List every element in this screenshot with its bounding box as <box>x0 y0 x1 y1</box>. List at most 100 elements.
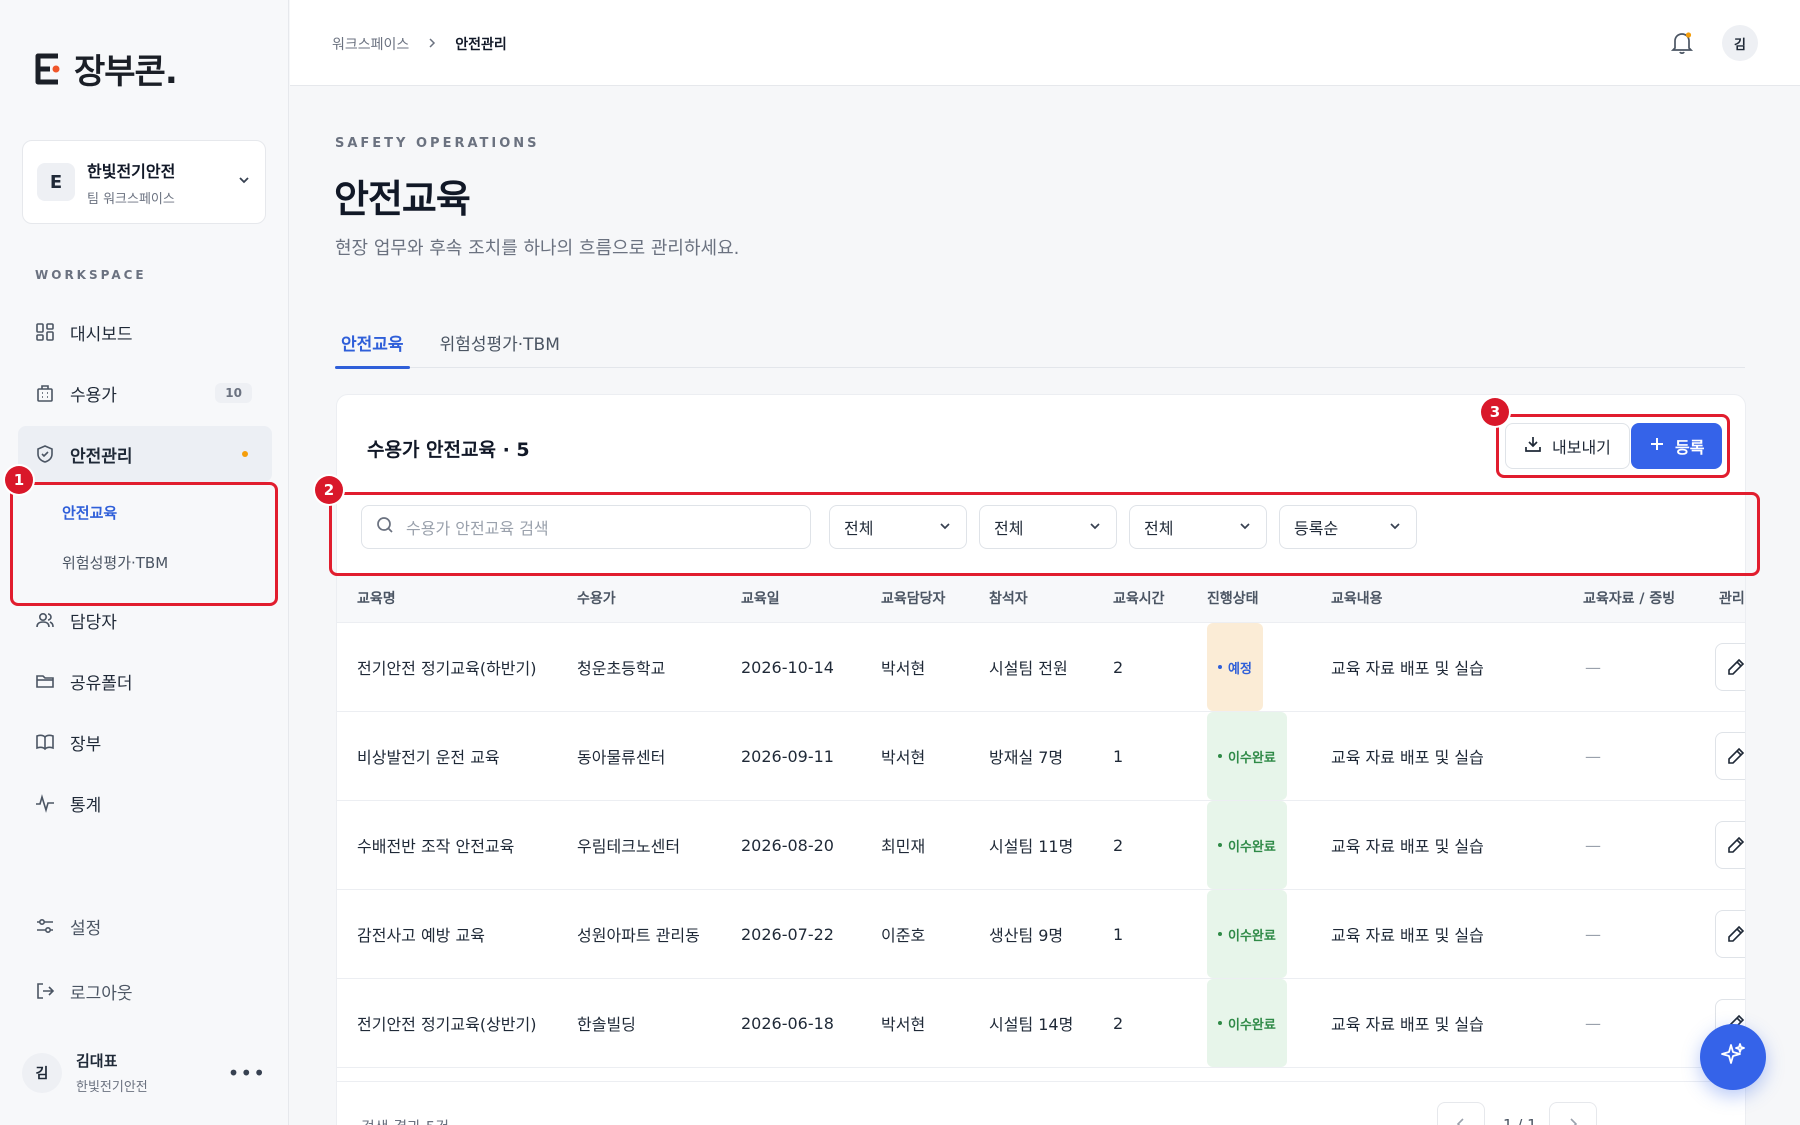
column-header[interactable]: 진행상태 <box>1207 574 1259 622</box>
sidebar-item-settings[interactable]: 설정 <box>18 896 272 956</box>
cell-attendees: 시설팀 전원 <box>989 659 1068 678</box>
user-profile[interactable]: 김 김대표 한빛전기안전 ••• <box>22 1050 266 1095</box>
card-title: 수용가 안전교육 · 5 <box>367 439 530 461</box>
cell-content: 교육 자료 배포 및 실습 <box>1331 748 1484 767</box>
result-count: 검색 결과 5건 <box>361 1116 449 1125</box>
table-footer: 검색 결과 5건 1 / 1 <box>337 1081 1745 1125</box>
breadcrumb-current: 안전관리 <box>455 37 507 53</box>
cell-attendees: 시설팀 14명 <box>989 1015 1074 1034</box>
table-row[interactable]: 전기안전 정기교육(하반기) 청운초등학교 2026-10-14 박서현 시설팀 전원 2… <box>337 623 1745 712</box>
status-badge: 이수완료 <box>1207 979 1287 1067</box>
column-header[interactable]: 교육시간 <box>1113 574 1165 622</box>
edit-button[interactable] <box>1715 821 1745 869</box>
status-dot <box>1218 1021 1222 1025</box>
cell-evidence: — <box>1585 657 1601 677</box>
sidebar-item-dashboard[interactable]: 대시보드 <box>18 304 272 360</box>
bell-icon[interactable] <box>1670 30 1694 60</box>
header-avatar[interactable]: 김 <box>1722 25 1758 61</box>
cell-hours: 2 <box>1113 657 1124 677</box>
table-row[interactable]: 수배전반 조작 안전교육 우림테크노센터 2026-08-20 최민재 시설팀 11명 2… <box>337 801 1745 890</box>
tab-bar: 안전교육 위험성평가·TBM <box>335 316 1745 369</box>
column-header[interactable]: 교육자료 / 증빙 <box>1583 574 1675 622</box>
sidebar-item-ledger[interactable]: 장부 <box>18 714 272 770</box>
page-title: 안전교육 <box>334 177 471 221</box>
cell-name: 전기안전 정기교육(상반기) <box>357 1015 537 1034</box>
table-header: 교육명 수용가 교육일 교육담당자 참석자 교육시간 진행상태 교육내용 교육자… <box>337 573 1745 623</box>
column-header[interactable]: 교육담당자 <box>881 574 945 622</box>
more-icon[interactable]: ••• <box>228 1061 266 1085</box>
status-badge: 이수완료 <box>1207 801 1287 889</box>
column-header[interactable]: 수용가 <box>577 574 616 622</box>
edit-button[interactable] <box>1715 643 1745 691</box>
annotation-number-1: 1 <box>5 466 33 494</box>
activity-icon <box>34 792 56 814</box>
cell-client: 성원아파트 관리동 <box>577 926 700 945</box>
sidebar-item-shared-folder[interactable]: 공유폴더 <box>18 653 272 709</box>
edit-button[interactable] <box>1715 910 1745 958</box>
topbar: 워크스페이스 안전관리 김 <box>290 0 1800 86</box>
cell-attendees: 생산팀 9명 <box>989 926 1064 945</box>
workspace-section-label: WORKSPACE <box>35 268 147 282</box>
next-page-button[interactable] <box>1549 1102 1597 1125</box>
workspace-switcher[interactable]: E 한빛전기안전 팀 워크스페이스 <box>22 140 266 224</box>
cell-content: 교육 자료 배포 및 실습 <box>1331 659 1484 678</box>
sidebar-bottom-nav: 설정 로그아웃 <box>18 896 272 1026</box>
cell-hours: 1 <box>1113 924 1124 944</box>
pencil-icon <box>1728 925 1745 942</box>
chevron-right-icon <box>427 36 437 52</box>
cell-manager: 최민재 <box>881 837 926 856</box>
chevron-down-icon <box>237 173 251 191</box>
table-row[interactable]: 전기안전 정기교육(상반기) 한솔빌딩 2026-06-18 박서현 시설팀 14명 2 교… <box>337 979 1745 1068</box>
status-label: 이수완료 <box>1228 839 1276 855</box>
page-description: 현장 업무와 후속 조치를 하나의 흐름으로 관리하세요. <box>335 238 740 259</box>
status-dot <box>1218 932 1222 936</box>
status-label: 이수완료 <box>1228 1017 1276 1033</box>
status-badge: 이수완료 <box>1207 712 1287 800</box>
ai-assistant-button[interactable] <box>1700 1024 1766 1090</box>
prev-page-button[interactable] <box>1437 1102 1485 1125</box>
sidebar-item-safety[interactable]: 안전관리 <box>18 426 272 482</box>
column-header[interactable]: 교육내용 <box>1331 574 1383 622</box>
table-row[interactable]: 감전사고 예방 교육 성원아파트 관리동 2026-07-22 이준호 생산팀 9명 1 교… <box>337 890 1745 979</box>
folder-icon <box>34 670 56 692</box>
app-logo[interactable]: 장부콘. <box>32 44 178 93</box>
sidebar-item-clients[interactable]: 수용가 10 <box>18 365 272 421</box>
annotation-box-1 <box>10 482 278 606</box>
dashboard-icon <box>34 321 56 343</box>
tab-risk-tbm[interactable]: 위험성평가·TBM <box>434 316 566 368</box>
breadcrumb-workspace[interactable]: 워크스페이스 <box>332 34 409 54</box>
cell-hours: 1 <box>1113 746 1124 766</box>
cell-client: 한솔빌딩 <box>577 1015 636 1034</box>
cell-hours: 2 <box>1113 1013 1124 1033</box>
column-header: 관리 <box>1719 591 1745 607</box>
client-count-badge: 10 <box>215 383 252 403</box>
annotation-number-2: 2 <box>315 476 343 504</box>
workspace-badge: E <box>37 163 75 201</box>
cell-name: 수배전반 조작 안전교육 <box>357 837 515 856</box>
sidebar-item-label: 로그아웃 <box>70 983 133 1004</box>
cell-date: 2026-06-18 <box>741 1013 834 1033</box>
cell-name: 전기안전 정기교육(하반기) <box>357 659 537 678</box>
sidebar-item-logout[interactable]: 로그아웃 <box>18 961 272 1021</box>
column-header[interactable]: 교육명 <box>357 574 396 622</box>
sidebar-item-stats[interactable]: 통계 <box>18 775 272 831</box>
cell-date: 2026-10-14 <box>741 657 834 677</box>
user-name: 김대표 <box>76 1052 118 1070</box>
column-header[interactable]: 교육일 <box>741 574 780 622</box>
pencil-icon <box>1728 836 1745 853</box>
sidebar-item-label: 담당자 <box>70 612 117 633</box>
table-row[interactable]: 비상발전기 운전 교육 동아물류센터 2026-09-11 박서현 방재실 7명 1 교육 … <box>337 712 1745 801</box>
cell-date: 2026-09-11 <box>741 746 834 766</box>
column-header[interactable]: 참석자 <box>989 574 1028 622</box>
user-org: 한빛전기안전 <box>76 1080 148 1095</box>
cell-client: 우림테크노센터 <box>577 837 681 856</box>
page-eyebrow: SAFETY OPERATIONS <box>335 136 540 151</box>
edit-button[interactable] <box>1715 732 1745 780</box>
cell-manager: 박서현 <box>881 1015 926 1034</box>
cell-evidence: — <box>1585 746 1601 766</box>
tab-safety-education[interactable]: 안전교육 <box>335 316 410 369</box>
page-indicator: 1 / 1 <box>1503 1116 1537 1125</box>
workspace-type: 팀 워크스페이스 <box>87 191 175 207</box>
status-dot <box>1218 665 1222 669</box>
status-label: 이수완료 <box>1228 928 1276 944</box>
